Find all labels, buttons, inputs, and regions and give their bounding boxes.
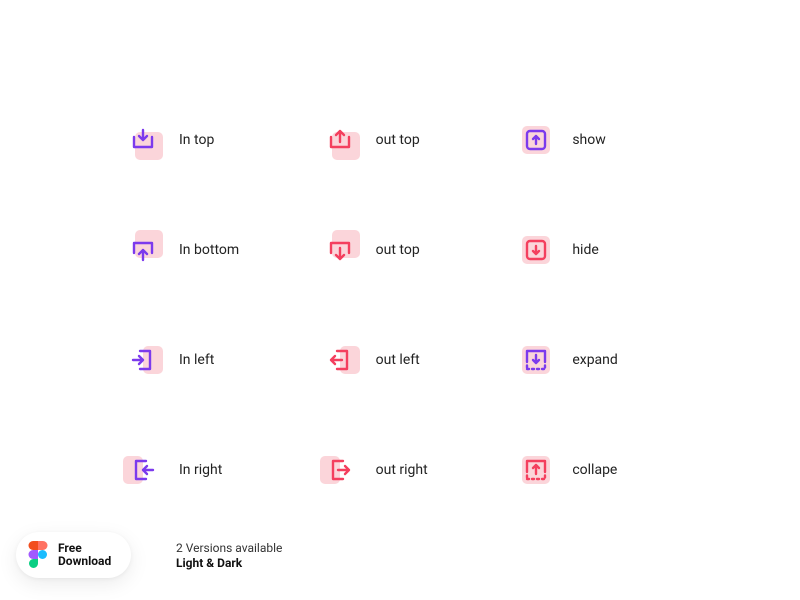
- out-top-label: out top: [376, 132, 420, 148]
- show-label: show: [572, 132, 605, 148]
- cell-in-top: In top: [125, 120, 292, 160]
- out-left-icon: [322, 342, 358, 378]
- versions-line1: 2 Versions available: [176, 541, 282, 557]
- show-icon: [518, 122, 554, 158]
- hide-label: hide: [572, 242, 598, 258]
- pill-text: Free Download: [58, 542, 111, 567]
- expand-label: expand: [572, 352, 617, 368]
- out-bottom-label: out top: [376, 242, 420, 258]
- expand-icon: [518, 342, 554, 378]
- versions-info: 2 Versions available Light & Dark: [176, 541, 282, 572]
- out-top-icon: [322, 122, 358, 158]
- out-bottom-icon: [322, 232, 358, 268]
- cell-in-right: In right: [125, 450, 292, 490]
- icon-sheet: In top out top show: [0, 0, 800, 600]
- in-bottom-icon: [125, 232, 161, 268]
- cell-collapse: collape: [518, 450, 685, 490]
- cell-in-bottom: In bottom: [125, 230, 292, 270]
- cell-show: show: [518, 120, 685, 160]
- cell-expand: expand: [518, 340, 685, 380]
- cell-in-left: In left: [125, 340, 292, 380]
- out-right-label: out right: [376, 462, 428, 478]
- hide-icon: [518, 232, 554, 268]
- cell-out-top: out top: [322, 120, 489, 160]
- in-right-label: In right: [179, 462, 222, 478]
- icon-grid: In top out top show: [125, 120, 685, 490]
- in-left-label: In left: [179, 352, 214, 368]
- cell-hide: hide: [518, 230, 685, 270]
- in-top-label: In top: [179, 132, 214, 148]
- cell-out-right: out right: [322, 450, 489, 490]
- figma-icon: [28, 541, 48, 569]
- in-right-icon: [125, 452, 161, 488]
- collapse-icon: [518, 452, 554, 488]
- cell-out-left: out left: [322, 340, 489, 380]
- versions-line2: Light & Dark: [176, 556, 282, 572]
- out-left-label: out left: [376, 352, 420, 368]
- free-download-button[interactable]: Free Download: [16, 532, 131, 578]
- cell-out-top-2: out top: [322, 230, 489, 270]
- in-bottom-label: In bottom: [179, 242, 239, 258]
- in-top-icon: [125, 122, 161, 158]
- pill-line2: Download: [58, 555, 111, 568]
- collapse-label: collape: [572, 462, 617, 478]
- in-left-icon: [125, 342, 161, 378]
- out-right-icon: [322, 452, 358, 488]
